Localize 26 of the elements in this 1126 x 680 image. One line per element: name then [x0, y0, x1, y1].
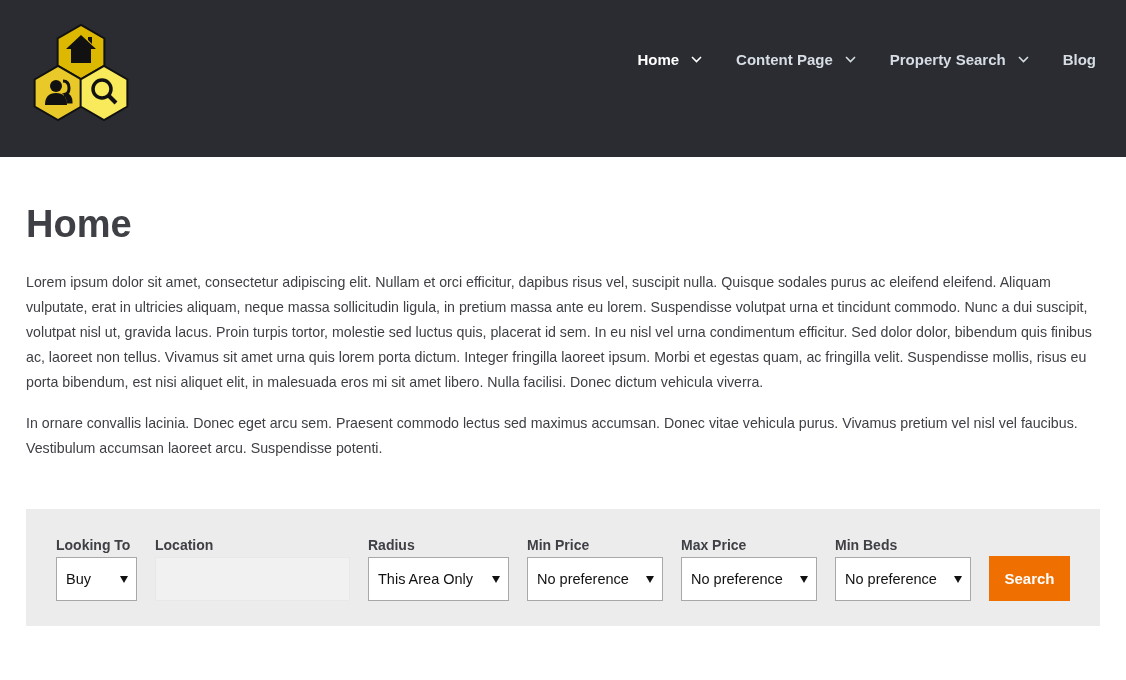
field-label: Radius [368, 537, 416, 553]
nav-link[interactable]: Content Page [736, 51, 856, 68]
page-title: Home [26, 203, 133, 246]
field-label: Min Beds [835, 537, 899, 553]
chevron-down-icon [844, 56, 856, 63]
nav-link[interactable]: Property Search [889, 51, 1029, 68]
dropdown-arrow-icon [646, 575, 654, 583]
select-dropdown[interactable]: No preference [681, 557, 817, 601]
field-label: Max Price [681, 537, 748, 553]
field-label: Location [155, 537, 215, 553]
select-dropdown[interactable]: No preference [527, 557, 663, 601]
body-paragraph: Lorem ipsum dolor sit amet, consectetur adipiscing elit. Nullam et orci efficitur, dapibus risus vel, suscipit nulla. Quisque sodales purus ac eleifend eleifend. Aliquam vulputate, erat in ultricies aliquam, neque massa sollicitudin ligula, in pretium massa ante eu lorem. Suspendisse volutpat urna et tincidunt commodo. Nunc a dui suscipit, volutpat nisl ut, gravida lacus. Proin turpis tortor, molestie sed luctus quis, placerat id sem. In eu nisl vel urna condimentum efficitur. Sed dolor dolor, bibendum quis finibus ac, laoreet non tellus. Vivamus sit amet urna quis lorem porta dictum. Integer fringilla laoreet ipsum. Morbi et egestas quam, ac fringilla velit. Suspendisse mollis, risus eu porta bibendum, est nisi aliquet elit, in malesuada eros mi sit amet libero. Nulla facilisi. Donec dictum vehicula viverra. [26, 273, 1093, 392]
select-dropdown[interactable]: This Area Only [368, 557, 509, 601]
field-label: Min Price [527, 537, 591, 553]
select-dropdown[interactable]: No preference [835, 557, 971, 601]
nav-link[interactable]: Blog [1062, 51, 1096, 68]
field-label: Looking To [56, 537, 132, 553]
select-dropdown[interactable]: Buy [56, 557, 137, 601]
dropdown-arrow-icon [954, 575, 962, 583]
chevron-down-icon [691, 56, 703, 63]
dropdown-arrow-icon [120, 575, 128, 583]
dropdown-arrow-icon [800, 575, 808, 583]
nav-link[interactable]: Home [637, 51, 703, 68]
chevron-down-icon [1017, 56, 1029, 63]
body-paragraph: In ornare convallis lacinia. Donec eget arcu sem. Praesent commodo lectus sed maximus accumsan. Donec vitae vehicula purus. Vivamus pretium vel nisl vel faucibus. Vestibulum accumsan laoreet arcu. Suspendisse potenti. [26, 414, 1079, 458]
dropdown-arrow-icon [492, 575, 500, 583]
